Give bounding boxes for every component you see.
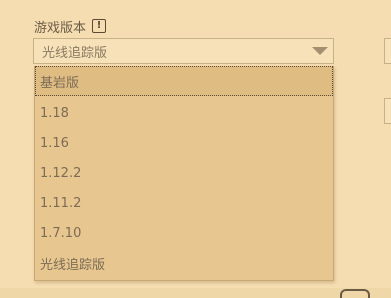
bottom-strip: [0, 288, 391, 298]
dropdown-option[interactable]: 1.18: [35, 98, 333, 128]
dropdown-option[interactable]: 1.12.2: [35, 158, 333, 188]
dropdown-option[interactable]: 1.11.2: [35, 188, 333, 218]
partial-icon: [340, 289, 370, 298]
dropdown-option-label: 1.11.2: [40, 195, 82, 211]
game-version-label: 游戏版本 !: [34, 17, 107, 36]
version-dropdown-list: 基岩版 1.18 1.16 1.12.2 1.11.2 1.7.10 光线追踪版: [34, 66, 334, 281]
dropdown-option[interactable]: 光线追踪版: [35, 248, 333, 278]
game-version-select[interactable]: 光线追踪版: [33, 38, 334, 64]
dropdown-option-label: 1.16: [40, 135, 69, 151]
adjacent-input-edge[interactable]: [384, 98, 391, 124]
dropdown-option-label: 1.7.10: [40, 225, 82, 241]
dropdown-option[interactable]: 1.16: [35, 128, 333, 158]
dropdown-option-label: 光线追踪版: [40, 257, 106, 273]
info-icon[interactable]: !: [92, 19, 107, 33]
dropdown-option-label: 1.12.2: [40, 165, 82, 181]
dropdown-option[interactable]: 1.7.10: [35, 218, 333, 248]
settings-panel: 游戏版本 ! 光线追踪版 基岩版 1.18 1.16 1.12.2 1.11.2…: [0, 0, 391, 298]
selected-version-value: 光线追踪版: [42, 45, 108, 61]
adjacent-input-edge[interactable]: [384, 38, 391, 64]
chevron-down-icon[interactable]: [312, 47, 328, 55]
dropdown-option-label: 基岩版: [40, 75, 80, 91]
game-version-label-text: 游戏版本: [34, 20, 87, 36]
dropdown-option-label: 1.18: [40, 105, 69, 121]
dropdown-option[interactable]: 基岩版: [35, 66, 333, 96]
